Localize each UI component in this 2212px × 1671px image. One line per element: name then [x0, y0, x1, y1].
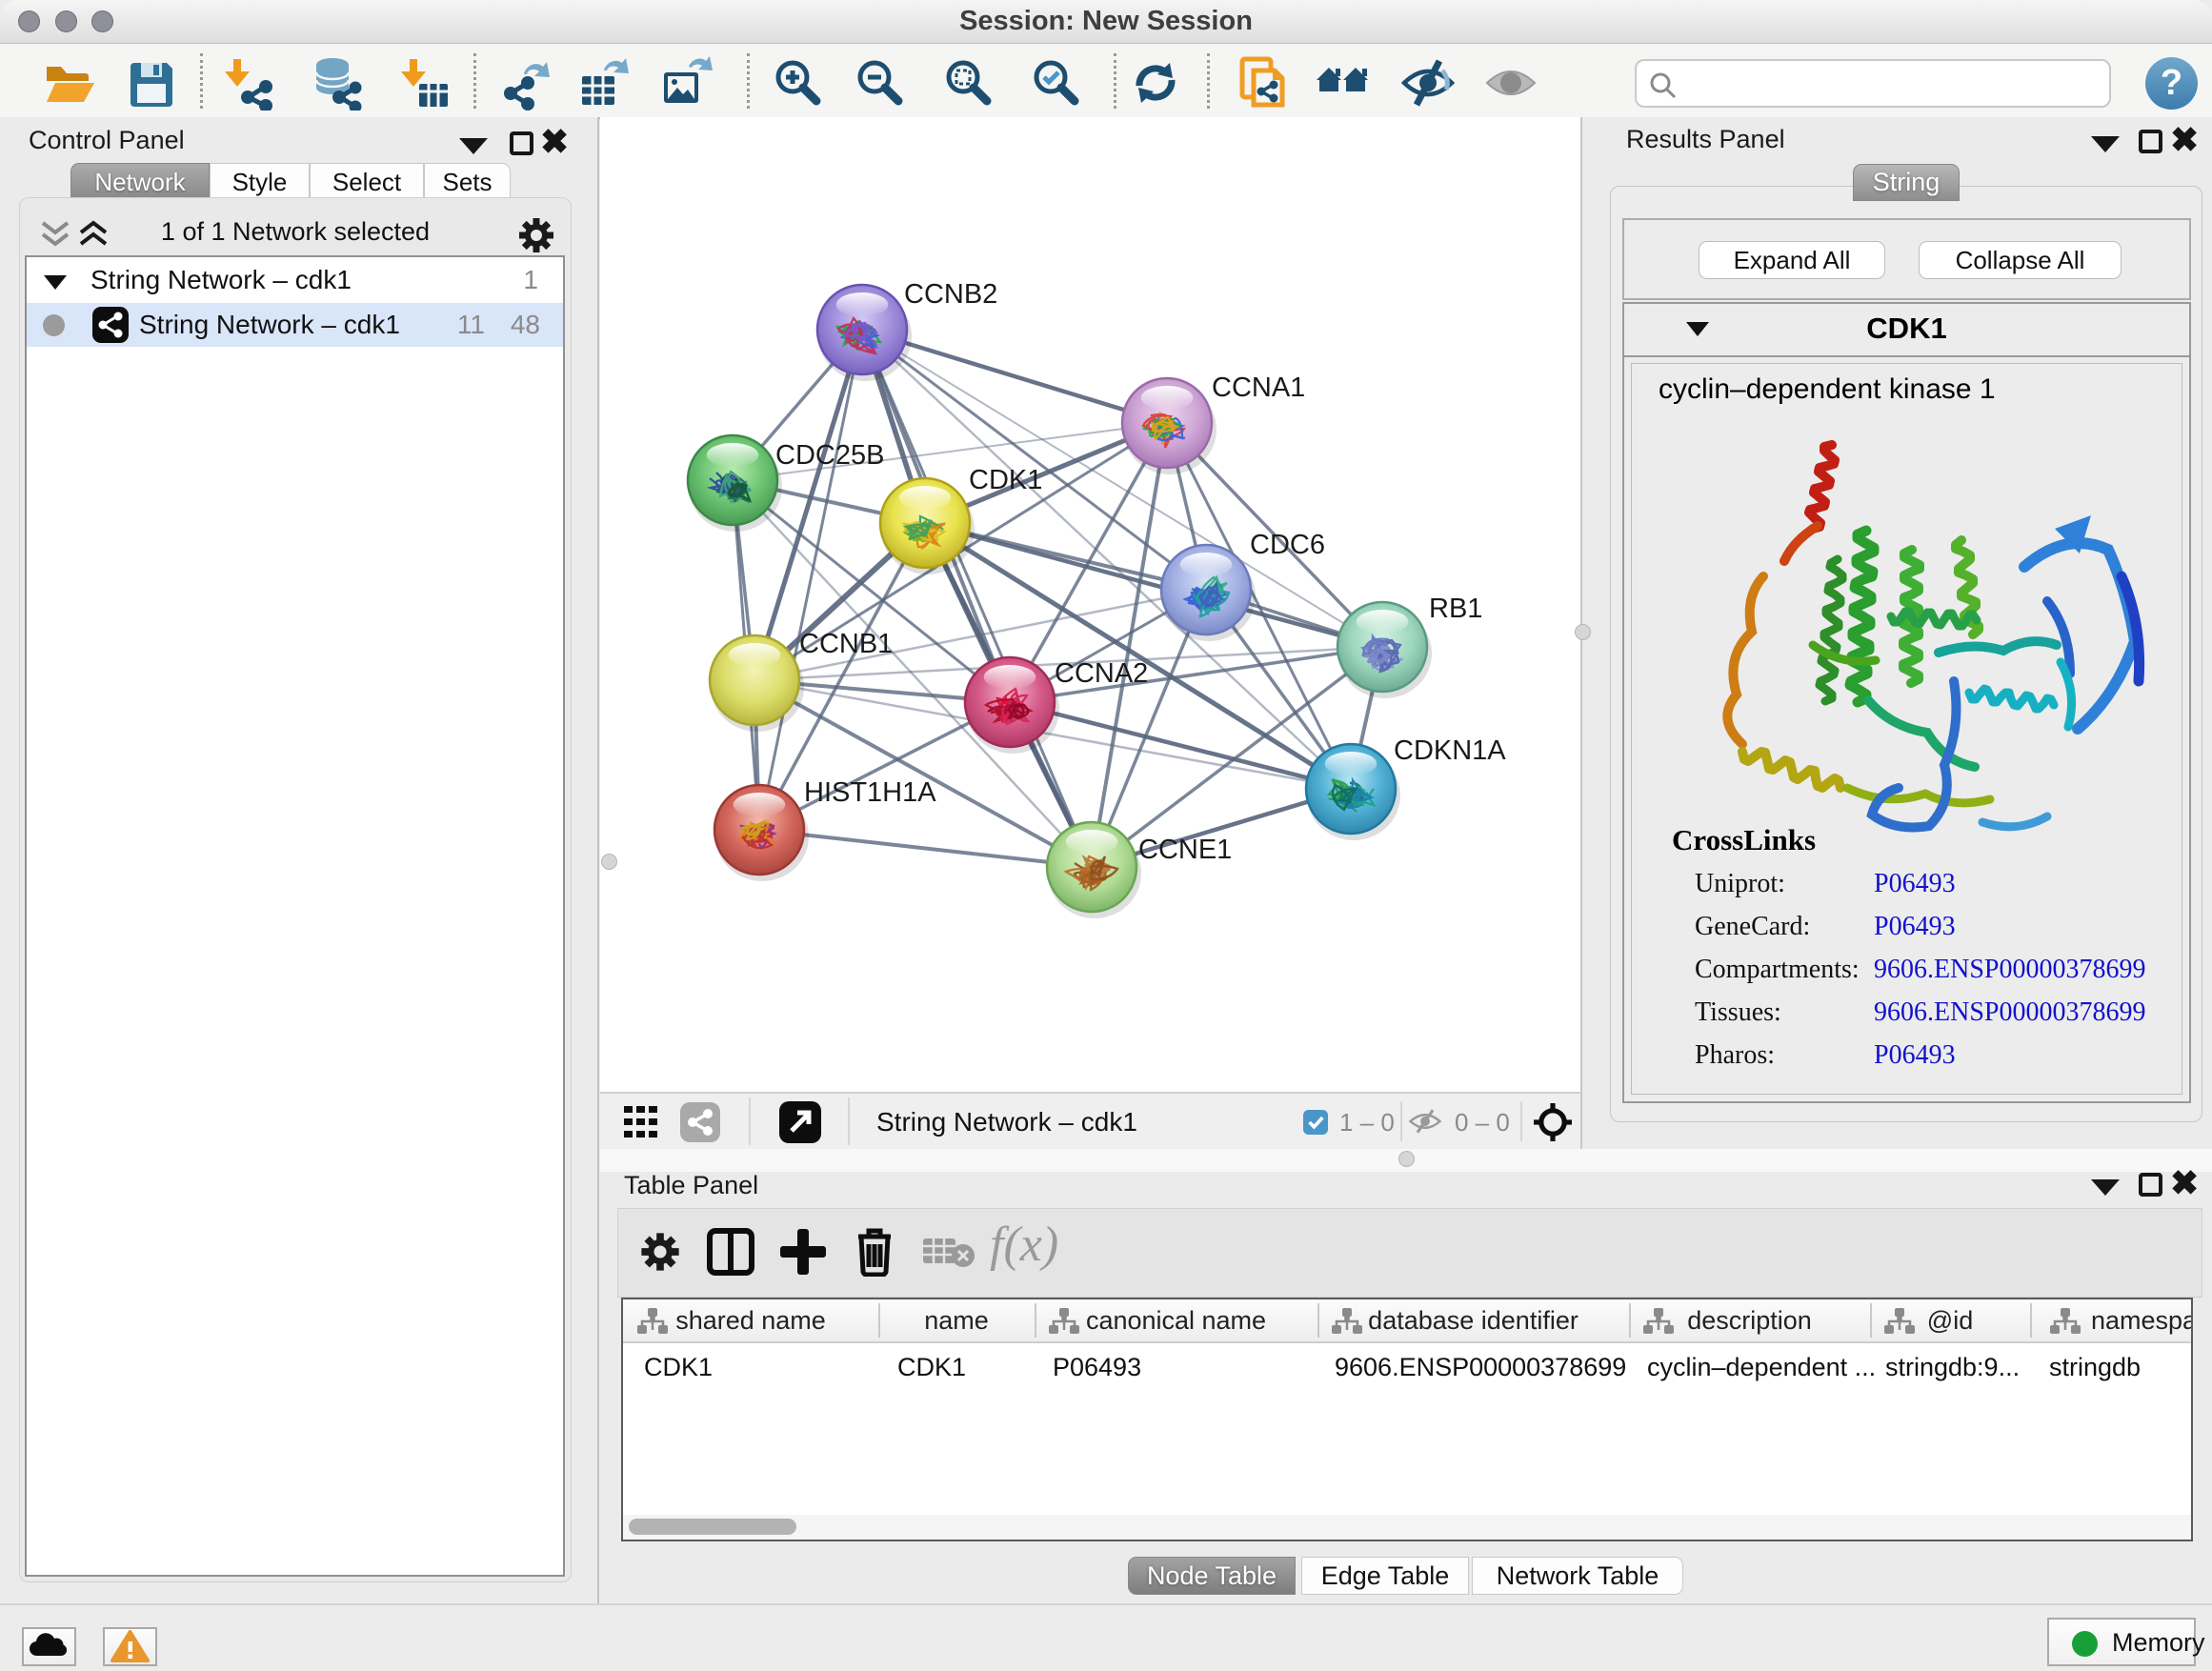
svg-text:CCNE1: CCNE1 — [1138, 835, 1232, 865]
svg-text:HIST1H1A: HIST1H1A — [804, 777, 936, 808]
svg-text:CDKN1A: CDKN1A — [1394, 735, 1506, 766]
svg-text:RB1: RB1 — [1429, 594, 1482, 624]
svg-text:CCNA1: CCNA1 — [1212, 372, 1305, 403]
svg-text:CCNB1: CCNB1 — [799, 629, 893, 659]
svg-text:CDK1: CDK1 — [969, 465, 1042, 495]
svg-text:CCNB2: CCNB2 — [904, 279, 997, 310]
svg-text:CDC25B: CDC25B — [775, 440, 884, 471]
svg-text:CDC6: CDC6 — [1250, 530, 1325, 560]
svg-text:CCNA2: CCNA2 — [1055, 658, 1148, 689]
